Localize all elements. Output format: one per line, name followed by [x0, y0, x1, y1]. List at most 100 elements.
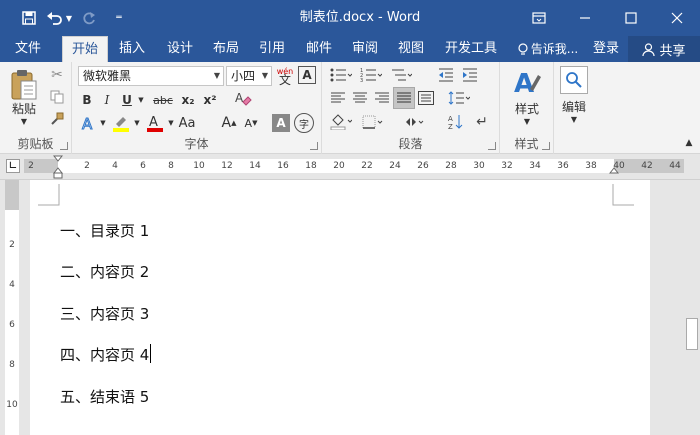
font-color-icon: A — [147, 115, 163, 132]
tab-file[interactable]: 文件 — [4, 36, 52, 62]
ruler-tick-label: 18 — [305, 161, 317, 171]
justify-button[interactable] — [394, 88, 414, 108]
tab-layout[interactable]: 布局 — [204, 36, 248, 62]
highlighter-icon — [113, 117, 129, 132]
line-spacing-button[interactable] — [446, 88, 472, 108]
tab-home[interactable]: 开始 — [62, 36, 108, 62]
superscript-button[interactable]: x² — [200, 90, 220, 110]
font-launcher-icon[interactable] — [310, 142, 318, 150]
tab-selector[interactable]: ∟ — [6, 159, 20, 173]
paragraph-launcher-icon[interactable] — [488, 142, 496, 150]
vertical-scrollbar[interactable] — [684, 180, 700, 435]
paste-button[interactable] — [6, 66, 42, 104]
ruler-tick-label: 6 — [140, 161, 146, 171]
styles-dropdown-icon[interactable]: ▼ — [518, 116, 536, 126]
change-case-button[interactable]: Aa — [179, 114, 196, 132]
document-page[interactable]: 一、目录页 1 二、内容页 2 三、内容页 3 四、内容页 4 五、结束语 5 — [30, 180, 650, 435]
grow-font-button[interactable]: A ▲ — [220, 114, 238, 132]
bullets-button[interactable] — [328, 66, 354, 84]
borders-button[interactable] — [360, 112, 386, 132]
cut-button[interactable]: ✂ — [48, 66, 66, 84]
customize-qat-button[interactable]: ═ — [104, 0, 134, 36]
increase-indent-button[interactable] — [460, 66, 480, 84]
styles-launcher-icon[interactable] — [542, 142, 550, 150]
ribbon-display-button[interactable] — [516, 0, 562, 36]
first-line-indent-marker[interactable] — [53, 155, 63, 179]
character-border-button[interactable]: A — [298, 66, 316, 84]
vruler-tick-label: 8 — [9, 360, 15, 370]
italic-button[interactable]: I — [98, 90, 116, 110]
scrollbar-thumb[interactable] — [686, 318, 698, 350]
ruler-tick-label: 38 — [585, 161, 597, 171]
share-label: 共享 — [659, 43, 686, 59]
horizontal-ruler[interactable]: ∟ 2 2 4 6 8 10 12 14 16 18 20 22 24 26 28 30 32 34 36 38 40 4… — [0, 154, 700, 180]
bold-button[interactable]: B — [78, 90, 96, 110]
underline-dropdown-icon[interactable]: ▼ — [136, 90, 146, 110]
share-button[interactable]: 共享 — [628, 36, 700, 62]
distributed-button[interactable] — [416, 88, 436, 108]
find-button[interactable] — [560, 66, 588, 94]
undo-button[interactable]: ▼ — [44, 0, 74, 36]
highlight-dropdown-icon[interactable]: ▼ — [132, 114, 142, 132]
numbering-button[interactable]: 123 — [358, 66, 384, 84]
phonetic-guide-button[interactable]: wén 文 — [274, 64, 296, 88]
shading-button[interactable] — [328, 112, 354, 132]
paste-dropdown-icon[interactable]: ▼ — [14, 116, 34, 126]
align-center-button[interactable] — [350, 88, 370, 108]
close-button[interactable] — [654, 0, 700, 36]
maximize-button[interactable] — [608, 0, 654, 36]
ruler-tick-label: 24 — [389, 161, 401, 171]
tell-me-box[interactable]: 告诉我... — [510, 36, 586, 62]
subscript-button[interactable]: x₂ — [178, 90, 198, 110]
highlight-button[interactable] — [110, 112, 132, 134]
clear-formatting-button[interactable]: A — [232, 88, 254, 110]
tab-review[interactable]: 审阅 — [343, 36, 387, 62]
svg-text:A: A — [82, 115, 93, 132]
tab-view[interactable]: 视图 — [389, 36, 433, 62]
scissors-icon: ✂ — [51, 67, 63, 83]
save-button[interactable] — [14, 0, 44, 36]
shrink-font-button[interactable]: A ▼ — [242, 114, 260, 132]
styles-gallery-button[interactable]: A — [510, 66, 544, 98]
collapse-ribbon-icon[interactable]: ▲ — [682, 136, 696, 150]
group-clipboard: 粘贴 ▼ ✂ 剪贴板 — [0, 62, 72, 154]
redo-button[interactable] — [74, 0, 104, 36]
multilevel-list-button[interactable] — [388, 66, 414, 84]
clipboard-launcher-icon[interactable] — [60, 142, 68, 150]
font-name-combo[interactable]: 微软雅黑 ▼ — [78, 66, 224, 86]
tab-references[interactable]: 引用 — [250, 36, 294, 62]
right-indent-marker[interactable] — [609, 166, 619, 178]
font-color-button[interactable]: A — [144, 112, 166, 134]
tab-developer[interactable]: 开发工具 — [440, 36, 502, 62]
show-hide-marks-button[interactable]: ↵ — [472, 112, 492, 132]
underline-button[interactable]: U — [118, 90, 136, 110]
strikethrough-button[interactable]: abc — [150, 90, 176, 110]
tab-mailings[interactable]: 邮件 — [297, 36, 341, 62]
asian-layout-button[interactable] — [402, 112, 426, 132]
increase-indent-icon — [463, 68, 477, 82]
align-left-button[interactable] — [328, 88, 348, 108]
minimize-button[interactable] — [562, 0, 608, 36]
text-effects-dropdown-icon[interactable]: ▼ — [98, 114, 108, 132]
vertical-ruler[interactable]: 2 4 6 8 10 — [0, 180, 24, 435]
enclose-characters-button[interactable]: 字 — [294, 113, 314, 133]
ruler-tick-label: 12 — [221, 161, 233, 171]
editing-dropdown-icon[interactable]: ▼ — [565, 114, 583, 124]
decrease-indent-button[interactable] — [436, 66, 456, 84]
character-shading-button[interactable]: A — [272, 114, 290, 132]
copy-button[interactable] — [48, 88, 66, 106]
align-right-button[interactable] — [372, 88, 392, 108]
font-color-dropdown-icon[interactable]: ▼ — [166, 114, 176, 132]
close-icon — [671, 12, 683, 24]
sign-in-link[interactable]: 登录 — [588, 36, 624, 62]
svg-text:A: A — [235, 91, 244, 105]
eraser-icon: A — [235, 91, 252, 106]
group-paragraph: 123 A Z ↵ 段落 — [322, 62, 500, 154]
text-effects-button[interactable]: A — [78, 112, 100, 134]
font-size-combo[interactable]: 小四 ▼ — [226, 66, 272, 86]
format-painter-button[interactable] — [48, 110, 66, 128]
ruler-tick-label: 30 — [473, 161, 485, 171]
tab-insert[interactable]: 插入 — [110, 36, 154, 62]
sort-button[interactable]: AZ — [446, 112, 466, 132]
tab-design[interactable]: 设计 — [158, 36, 202, 62]
